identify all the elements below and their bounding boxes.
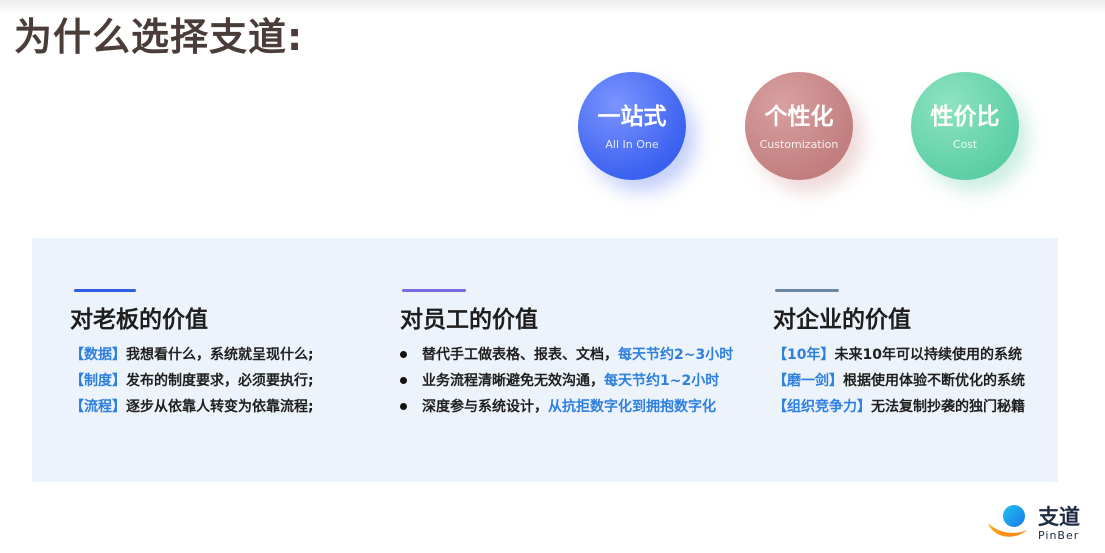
list-item: 【制度】发布的制度要求，必须要执行; bbox=[70, 370, 314, 396]
badge-main-label: 一站式 bbox=[597, 104, 667, 130]
list-item: 深度参与系统设计，从抗拒数字化到拥抱数字化 bbox=[400, 396, 733, 422]
item-text: 逐步从依靠人转变为依靠流程; bbox=[126, 399, 314, 415]
list-item: 替代手工做表格、报表、文档，每天节约2~3小时 bbox=[400, 344, 733, 370]
boss-value-column: 对老板的价值 【数据】我想看什么，系统就呈现什么; 【制度】发布的制度要求，必须… bbox=[70, 238, 390, 482]
list-item: 【10年】未来10年可以持续使用的系统 bbox=[773, 344, 1025, 370]
item-text: 业务流程清晰避免无效沟通， bbox=[422, 373, 604, 389]
bullet-icon bbox=[400, 403, 407, 410]
slide-page: 为什么选择支道: 一站式 All In One 个性化 Customizatio… bbox=[0, 0, 1105, 553]
badge-customization: 个性化 Customization bbox=[745, 72, 853, 180]
accent-bar bbox=[402, 289, 466, 292]
value-panel: 对老板的价值 【数据】我想看什么，系统就呈现什么; 【制度】发布的制度要求，必须… bbox=[32, 238, 1058, 482]
item-text: 未来10年可以持续使用的系统 bbox=[834, 347, 1022, 363]
accent-bar bbox=[74, 289, 136, 292]
badge-sub-label: Customization bbox=[759, 138, 839, 151]
column-title: 对老板的价值 bbox=[70, 307, 208, 333]
item-tag: 【数据】 bbox=[70, 347, 126, 363]
logo-name: 支道 bbox=[1038, 505, 1080, 529]
logo-english-name: PinBer bbox=[1038, 529, 1080, 542]
accent-bar bbox=[775, 289, 839, 292]
item-tag: 【磨一剑】 bbox=[773, 373, 843, 389]
list-item: 【磨一剑】根据使用体验不断优化的系统 bbox=[773, 370, 1025, 396]
badge-main-label: 个性化 bbox=[764, 104, 834, 130]
brand-logo: 支道 PinBer bbox=[986, 503, 1086, 545]
badge-cost: 性价比 Cost bbox=[911, 72, 1019, 180]
item-text: 无法复制抄袭的独门秘籍 bbox=[871, 399, 1025, 415]
badge-sub-label: All In One bbox=[605, 138, 659, 151]
item-tag: 【制度】 bbox=[70, 373, 126, 389]
badge-main-label: 性价比 bbox=[930, 104, 1000, 130]
item-highlight: 每天节约2~3小时 bbox=[618, 347, 734, 363]
list-item: 【流程】逐步从依靠人转变为依靠流程; bbox=[70, 396, 314, 422]
company-value-column: 对企业的价值 【10年】未来10年可以持续使用的系统 【磨一剑】根据使用体验不断… bbox=[773, 238, 1053, 482]
list-item: 【数据】我想看什么，系统就呈现什么; bbox=[70, 344, 314, 370]
item-text: 替代手工做表格、报表、文档， bbox=[422, 347, 618, 363]
list-item: 业务流程清晰避免无效沟通，每天节约1~2小时 bbox=[400, 370, 733, 396]
item-highlight: 从抗拒数字化到拥抱数字化 bbox=[548, 399, 716, 415]
item-text: 我想看什么，系统就呈现什么; bbox=[126, 347, 314, 363]
value-list: 【数据】我想看什么，系统就呈现什么; 【制度】发布的制度要求，必须要执行; 【流… bbox=[70, 344, 314, 422]
bullet-icon bbox=[400, 351, 407, 358]
item-text: 根据使用体验不断优化的系统 bbox=[843, 373, 1025, 389]
item-highlight: 每天节约1~2小时 bbox=[604, 373, 720, 389]
pinber-logo-mark-icon bbox=[988, 505, 1028, 537]
page-title: 为什么选择支道: bbox=[14, 15, 304, 59]
value-list: 【10年】未来10年可以持续使用的系统 【磨一剑】根据使用体验不断优化的系统 【… bbox=[773, 344, 1025, 422]
column-title: 对企业的价值 bbox=[773, 307, 911, 333]
item-tag: 【10年】 bbox=[773, 347, 835, 363]
badge-all-in-one: 一站式 All In One bbox=[578, 72, 686, 180]
item-tag: 【流程】 bbox=[70, 399, 126, 415]
item-text: 发布的制度要求，必须要执行; bbox=[126, 373, 314, 389]
item-tag: 【组织竞争力】 bbox=[773, 399, 871, 415]
bullet-icon bbox=[400, 377, 407, 384]
value-list: 替代手工做表格、报表、文档，每天节约2~3小时 业务流程清晰避免无效沟通，每天节… bbox=[400, 344, 733, 422]
staff-value-column: 对员工的价值 替代手工做表格、报表、文档，每天节约2~3小时 业务流程清晰避免无… bbox=[400, 238, 750, 482]
badge-sub-label: Cost bbox=[952, 138, 978, 151]
column-title: 对员工的价值 bbox=[400, 307, 538, 333]
item-text: 深度参与系统设计， bbox=[422, 399, 548, 415]
list-item: 【组织竞争力】无法复制抄袭的独门秘籍 bbox=[773, 396, 1025, 422]
